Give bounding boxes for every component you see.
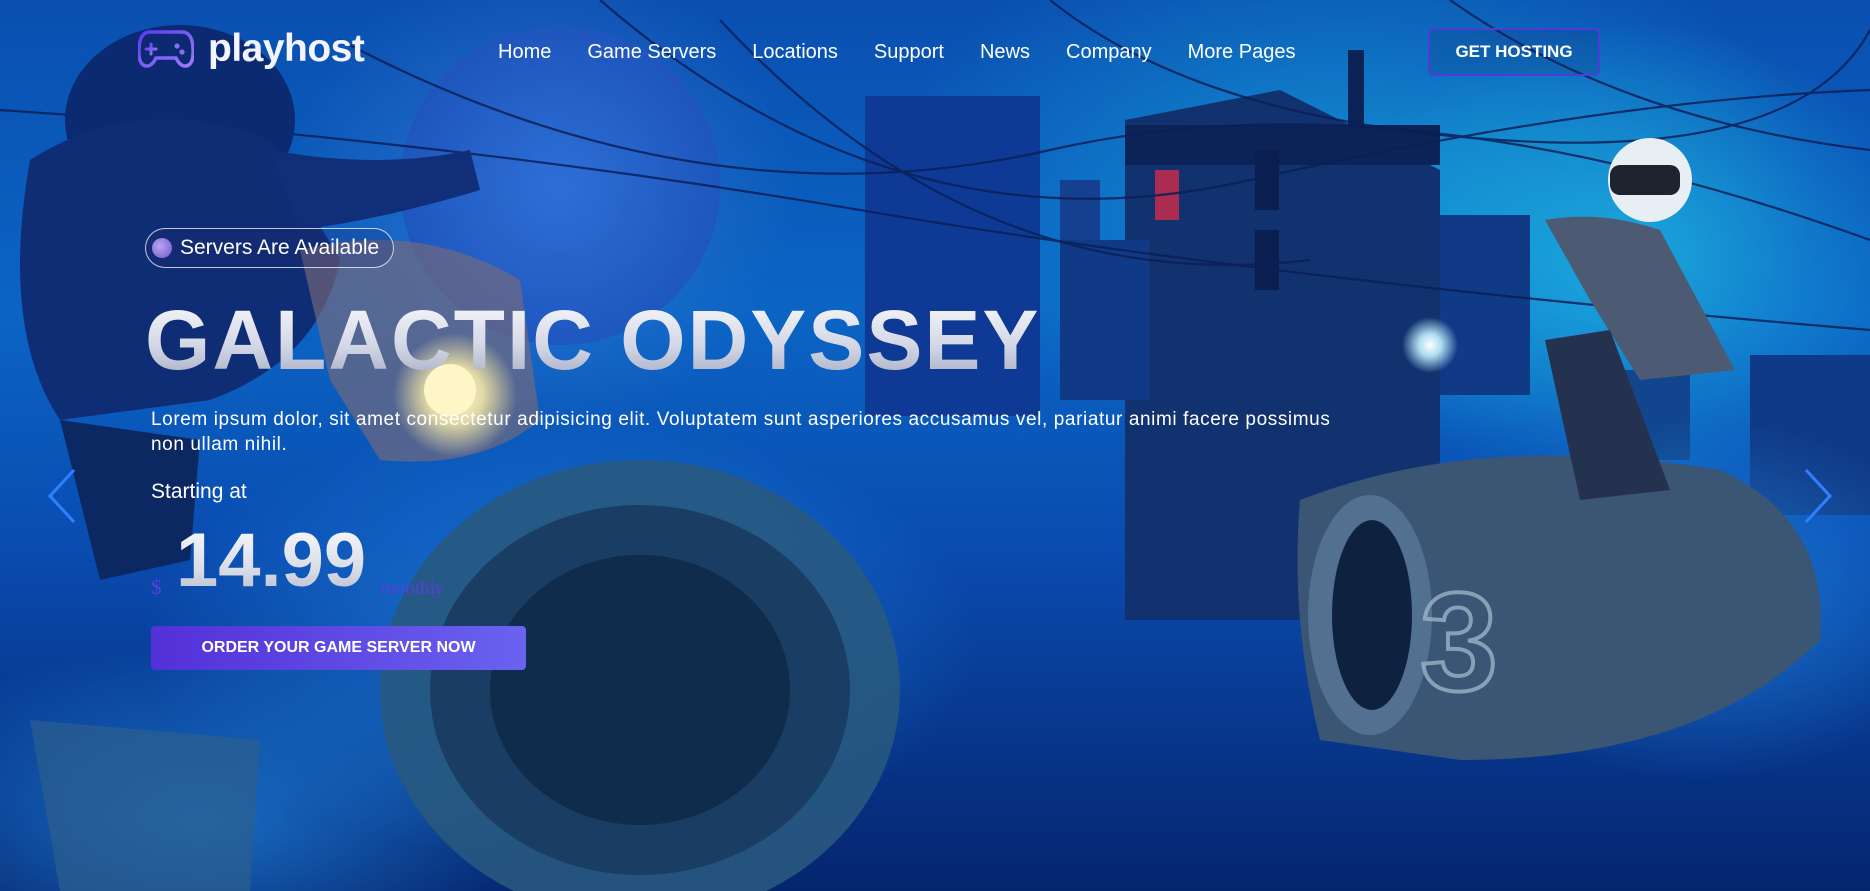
brand-name: playhost (208, 27, 365, 70)
chevron-right-icon (1804, 468, 1833, 524)
price-currency: $ (151, 575, 162, 599)
badge-label: Servers Are Available (180, 236, 380, 259)
order-server-button[interactable]: ORDER YOUR GAME SERVER NOW (151, 626, 526, 670)
nav-game-servers[interactable]: Game Servers (587, 39, 716, 65)
status-dot-icon (152, 238, 172, 258)
starting-at-label: Starting at (151, 480, 247, 503)
get-hosting-button[interactable]: GET HOSTING (1428, 28, 1600, 76)
gamepad-icon (138, 30, 194, 68)
chevron-left-icon (47, 468, 76, 524)
price-period: monthly (381, 578, 445, 599)
carousel-prev-button[interactable] (44, 466, 80, 526)
hero-title: GALACTIC ODYSSEY (145, 290, 1040, 390)
price-amount: 14.99 (176, 516, 366, 606)
nav-company[interactable]: Company (1066, 39, 1152, 65)
carousel-next-button[interactable] (1800, 466, 1836, 526)
hero-description: Lorem ipsum dolor, sit amet consectetur … (151, 409, 1331, 455)
brand-logo[interactable]: playhost (138, 27, 365, 70)
servers-available-badge: Servers Are Available (145, 228, 395, 268)
nav-locations[interactable]: Locations (752, 39, 838, 65)
nav-more-pages[interactable]: More Pages (1188, 39, 1296, 65)
nav-news[interactable]: News (980, 39, 1030, 65)
svg-text:3: 3 (1420, 563, 1498, 720)
nav-home[interactable]: Home (498, 39, 551, 65)
nav-support[interactable]: Support (874, 39, 944, 65)
main-nav: Home Game Servers Locations Support News… (480, 39, 1313, 65)
top-navbar: playhost Home Game Servers Locations Sup… (0, 0, 1870, 105)
